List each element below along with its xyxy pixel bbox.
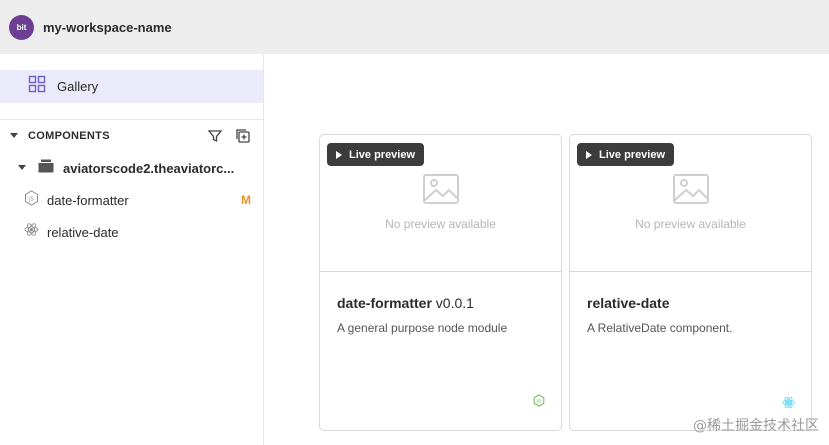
components-title: COMPONENTS — [28, 130, 110, 142]
workspace-logo[interactable]: bit — [9, 14, 34, 40]
scope-label: aviatorscode2.theaviatorc... — [63, 160, 235, 176]
nodejs-icon: JS — [24, 189, 39, 211]
card-description: A RelativeDate component. — [587, 321, 733, 335]
live-preview-button[interactable]: Live preview — [327, 143, 425, 166]
sidebar-item-relative-date[interactable]: relative-date — [0, 220, 263, 244]
sidebar-item-date-formatter[interactable]: JS date-formatter M — [0, 188, 263, 212]
play-icon — [586, 150, 592, 159]
card-description: A general purpose node module — [337, 321, 508, 335]
workspace-name[interactable]: my-workspace-name — [43, 20, 172, 35]
sidebar: Gallery COMPONENTS aviatorscode2.theavia… — [0, 54, 264, 445]
top-bar: bit my-workspace-name — [0, 0, 829, 54]
card-preview: Live preview No preview available — [320, 135, 561, 272]
grid-icon — [28, 75, 46, 98]
watermark: @稀土掘金技术社区 — [693, 418, 819, 434]
gallery-label: Gallery — [57, 79, 99, 94]
no-preview-text: No preview available — [635, 217, 746, 231]
svg-text:JS: JS — [28, 196, 34, 202]
component-card-relative-date[interactable]: Live preview No preview available relati… — [569, 134, 812, 431]
chevron-down-icon[interactable] — [9, 127, 19, 145]
image-placeholder-icon — [422, 173, 460, 210]
component-card-date-formatter[interactable]: Live preview No preview available date-f… — [319, 134, 562, 431]
live-preview-label: Live preview — [599, 148, 666, 161]
new-component-icon[interactable] — [235, 128, 251, 149]
sidebar-item-gallery[interactable]: Gallery — [0, 70, 263, 103]
component-version: v0.0.1 — [435, 295, 474, 311]
sidebar-item-label: relative-date — [47, 224, 119, 240]
modified-badge: M — [241, 193, 251, 207]
nodejs-icon: JS — [533, 394, 545, 412]
card-title: date-formatter v0.0.1 — [337, 295, 474, 311]
live-preview-label: Live preview — [349, 148, 416, 161]
scope-icon — [38, 159, 54, 178]
play-icon — [336, 150, 342, 159]
react-icon — [24, 222, 39, 242]
card-title: relative-date — [587, 295, 669, 311]
no-preview-text: No preview available — [385, 217, 496, 231]
chevron-down-icon[interactable] — [17, 159, 27, 177]
svg-text:JS: JS — [536, 399, 541, 405]
card-preview: Live preview No preview available — [570, 135, 811, 272]
filter-icon[interactable] — [207, 128, 223, 149]
divider — [0, 119, 263, 120]
sidebar-item-label: date-formatter — [47, 192, 129, 208]
image-placeholder-icon — [672, 173, 710, 210]
component-name: date-formatter — [337, 295, 432, 311]
react-icon — [782, 396, 795, 414]
component-name: relative-date — [587, 295, 670, 311]
components-header[interactable]: COMPONENTS — [0, 124, 263, 148]
live-preview-button[interactable]: Live preview — [577, 143, 675, 166]
scope-item[interactable]: aviatorscode2.theaviatorc... — [0, 156, 263, 180]
